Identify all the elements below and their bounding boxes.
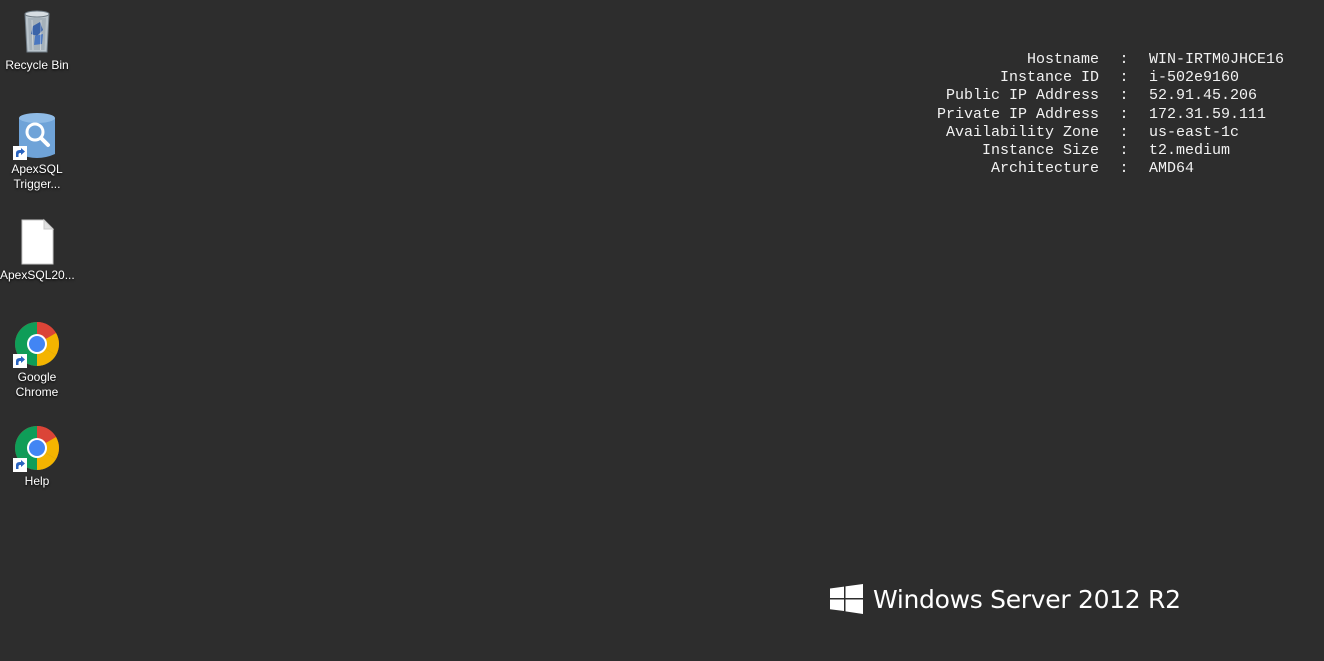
- shortcut-arrow-icon: [13, 146, 27, 160]
- shortcut-arrow-icon: [13, 458, 27, 472]
- windows-server-label: Windows Server 2012 R2: [873, 584, 1181, 614]
- info-row-instance-size: Instance Size : t2.medium: [900, 142, 1284, 160]
- info-row-availability-zone: Availability Zone : us-east-1c: [900, 124, 1284, 142]
- blank-file-icon: [13, 218, 61, 266]
- info-value: t2.medium: [1149, 142, 1231, 160]
- desktop-icon-google-chrome[interactable]: Google Chrome: [0, 320, 74, 400]
- info-label: Availability Zone: [945, 123, 1099, 141]
- info-separator: :: [1119, 69, 1129, 87]
- info-row-public-ip: Public IP Address : 52.91.45.206: [900, 87, 1284, 105]
- desktop-icon-recycle-bin[interactable]: Recycle Bin: [0, 8, 74, 73]
- info-separator: :: [1119, 123, 1129, 141]
- desktop-icon-label: ApexSQL20...: [0, 268, 75, 282]
- info-row-architecture: Architecture : AMD64: [900, 160, 1284, 178]
- shortcut-arrow-icon: [13, 354, 27, 368]
- chrome-icon: [13, 424, 61, 472]
- desktop-icon-apexsql-trigger[interactable]: ApexSQL Trigger...: [0, 112, 74, 192]
- desktop[interactable]: Recycle Bin ApexSQL Trigger... ApexSQL20…: [0, 0, 1324, 661]
- desktop-icon-label: Help: [24, 474, 50, 488]
- info-label: Instance ID: [999, 69, 1099, 87]
- info-separator: :: [1119, 142, 1129, 160]
- desktop-icon-label: Google Chrome: [15, 370, 59, 399]
- info-label: Public IP Address: [945, 87, 1099, 105]
- apexsql-search-icon: [13, 112, 61, 160]
- info-row-hostname: Hostname : WIN-IRTM0JHCE16: [900, 51, 1284, 69]
- info-separator: :: [1119, 160, 1129, 178]
- windows-logo-icon: [830, 584, 863, 614]
- instance-info-panel: Hostname : WIN-IRTM0JHCE16 Instance ID :…: [900, 51, 1284, 178]
- info-separator: :: [1119, 51, 1129, 68]
- info-label: Instance Size: [981, 142, 1099, 160]
- info-separator: :: [1119, 105, 1129, 123]
- desktop-icon-label: ApexSQL Trigger...: [11, 162, 63, 191]
- info-label: Private IP Address: [936, 105, 1099, 123]
- chrome-icon: [13, 320, 61, 368]
- desktop-icon-label: Recycle Bin: [5, 58, 69, 72]
- windows-server-branding: Windows Server 2012 R2: [830, 584, 1181, 614]
- info-row-instance-id: Instance ID : i-502e9160: [900, 69, 1284, 87]
- desktop-icon-apexsql-file[interactable]: ApexSQL20...: [0, 218, 75, 283]
- desktop-icon-help[interactable]: Help: [0, 424, 74, 489]
- info-value: us-east-1c: [1149, 123, 1240, 141]
- info-value: AMD64: [1149, 160, 1195, 178]
- info-label: Architecture: [990, 160, 1099, 178]
- recycle-bin-icon: [13, 8, 61, 56]
- info-separator: :: [1119, 87, 1129, 105]
- info-value: 172.31.59.111: [1149, 105, 1267, 123]
- info-label: Hostname: [1026, 51, 1099, 68]
- info-value: 52.91.45.206: [1149, 87, 1258, 105]
- info-row-private-ip: Private IP Address : 172.31.59.111: [900, 106, 1284, 124]
- info-value: i-502e9160: [1149, 69, 1240, 87]
- info-value: WIN-IRTM0JHCE16: [1149, 51, 1285, 68]
